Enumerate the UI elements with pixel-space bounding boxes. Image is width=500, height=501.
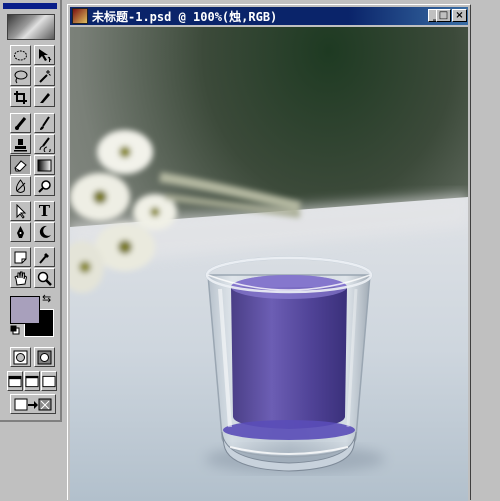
clone-stamp-tool-button[interactable] [10,134,31,154]
type-tool-button[interactable]: T [34,201,55,221]
custom-shape-tool-button[interactable] [34,222,55,242]
gradient-tool-button[interactable] [34,155,55,175]
clone-stamp-tool-icon [14,138,27,151]
eraser-tool-icon [14,159,27,171]
gradient-tool-icon [37,159,52,171]
full-screen-icon [42,375,56,387]
crop-tool-icon [14,90,27,104]
blur-tool-icon [15,178,26,193]
path-selection-tool-icon [16,203,27,219]
eraser-tool-button[interactable] [10,155,31,175]
standard-screen-icon [8,375,22,387]
jump-to-imageready-icon [14,398,52,410]
move-tool-button[interactable] [34,45,55,65]
document-icon[interactable] [72,8,88,24]
full-screen-menu-icon [25,375,39,387]
default-colors-icon[interactable] [10,325,20,335]
swap-colors-icon[interactable]: ⇆ [42,292,51,305]
history-brush-tool-button[interactable] [34,134,55,154]
photoshop-logo-icon[interactable] [7,14,55,40]
close-button[interactable]: × [452,9,467,22]
hand-tool-icon [14,271,28,286]
magic-wand-tool-button[interactable] [34,66,55,86]
path-selection-tool-button[interactable] [10,201,31,221]
standard-screen-mode-button[interactable] [7,371,23,391]
magic-wand-tool-icon [39,69,51,83]
custom-shape-tool-icon [39,225,51,238]
hand-tool-button[interactable] [10,268,31,288]
pen-tool-button[interactable] [10,222,31,242]
brush-tool-icon [40,115,50,130]
blur-tool-button[interactable] [10,176,31,196]
eyedropper-tool-button[interactable] [34,247,55,267]
full-screen-mode-button[interactable] [41,371,57,391]
type-tool-icon: T [38,201,51,220]
healing-brush-tool-button[interactable] [10,113,31,133]
standard-mode-icon [13,350,28,364]
document-window: 未标题-1.psd @ 100%(烛,RGB) _ □ × [67,4,471,501]
pen-tool-icon [17,225,24,238]
quick-mask-mode-icon [37,350,52,364]
document-title-bar[interactable]: 未标题-1.psd @ 100%(烛,RGB) [70,7,468,25]
document-title: 未标题-1.psd @ 100%(烛,RGB) [92,9,278,24]
candle-photo [70,27,468,501]
crop-tool-button[interactable] [10,87,31,107]
image-canvas[interactable] [70,27,468,501]
toolbox-title-bar[interactable] [3,3,57,9]
slice-tool-icon [40,92,50,103]
full-screen-menu-mode-button[interactable] [24,371,40,391]
dodge-tool-button[interactable] [34,176,55,196]
marquee-tool-button[interactable] [10,45,31,65]
history-brush-tool-icon [39,136,51,152]
standard-mode-button[interactable] [10,347,31,367]
foreground-color-swatch[interactable] [10,296,40,324]
maximize-button[interactable]: □ [436,9,451,22]
jump-to-imageready-button[interactable] [10,394,56,414]
lasso-tool-icon [14,70,28,83]
marquee-tool-icon [14,50,27,60]
notes-tool-button[interactable] [10,247,31,267]
move-tool-icon [39,48,52,62]
zoom-tool-button[interactable] [34,268,55,288]
slice-tool-button[interactable] [34,87,55,107]
zoom-tool-icon [37,271,52,286]
lasso-tool-button[interactable] [10,66,31,86]
toolbox-palette: T ⇆ [0,0,62,422]
dodge-tool-icon [38,179,51,193]
quick-mask-mode-button[interactable] [34,347,55,367]
notes-tool-icon [14,251,27,263]
brush-tool-button[interactable] [34,113,55,133]
healing-brush-tool-icon [14,116,27,130]
eyedropper-tool-icon [39,252,49,264]
